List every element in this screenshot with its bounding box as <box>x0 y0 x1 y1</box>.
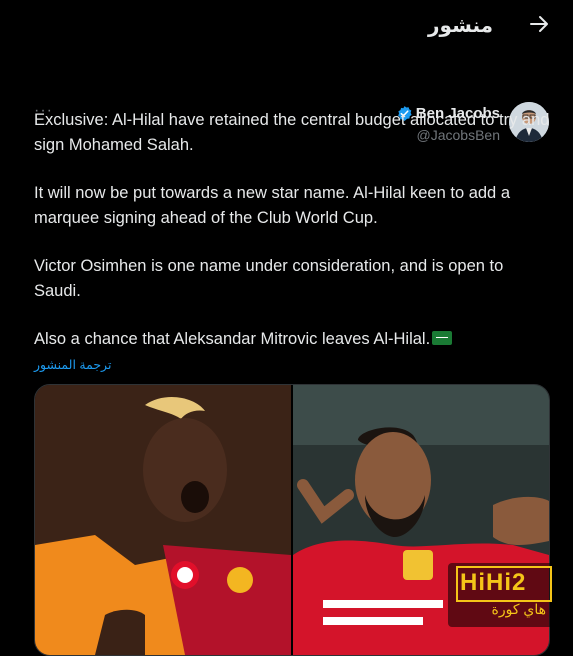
translate-post-link[interactable]: ترجمة المنشور <box>34 357 111 372</box>
tweet-paragraph: Victor Osimhen is one name under conside… <box>34 257 504 300</box>
osimhen-photo[interactable] <box>35 385 291 655</box>
page-title: منشور <box>428 15 493 37</box>
top-bar: منشور <box>0 0 573 50</box>
tweet-body: Exclusive: Al-Hilal have retained the ce… <box>34 108 554 376</box>
tweet-paragraph-text: Also a chance that Aleksandar Mitrovic l… <box>34 330 431 348</box>
tweet-paragraph: It will now be put towards a new star na… <box>34 184 510 227</box>
author-row: ··· Ben Jacobs @JacobsBen <box>0 50 573 143</box>
site-watermark: HiHi2 هاي كورة <box>448 563 562 627</box>
tweet-paragraph: Exclusive: Al-Hilal have retained the ce… <box>34 111 550 154</box>
tweet-paragraph: Also a chance that Aleksandar Mitrovic l… <box>34 327 554 352</box>
osimhen-photo-art <box>35 385 291 655</box>
arrow-right-icon[interactable] <box>527 12 551 36</box>
watermark-subtitle: هاي كورة <box>491 601 547 617</box>
watermark-title: HiHi2 <box>460 569 527 596</box>
saudi-flag-icon <box>432 331 453 345</box>
